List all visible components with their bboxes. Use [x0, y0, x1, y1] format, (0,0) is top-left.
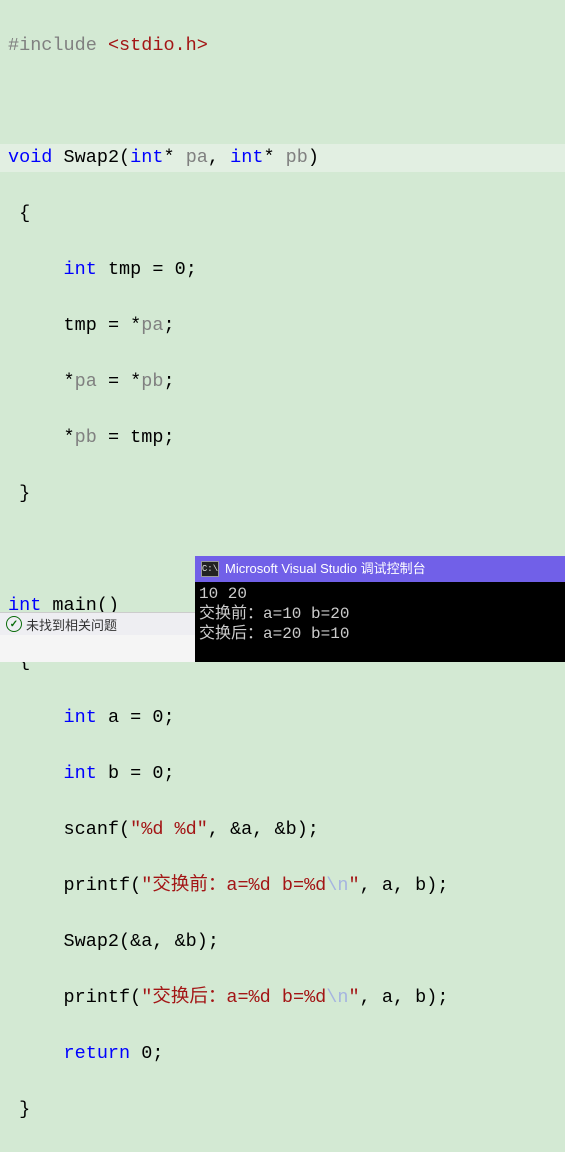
code-line[interactable]: #include <stdio.h> — [0, 32, 565, 60]
string-literal: " — [349, 987, 360, 1008]
console-output[interactable]: 10 20 交换前：a=10 b=20 交换后：a=20 b=10 — [195, 582, 565, 646]
status-text: 未找到相关问题 — [26, 615, 117, 634]
variable: pa — [75, 371, 97, 392]
number-literal: 0 — [152, 763, 163, 784]
code-line[interactable]: return 0; — [0, 1040, 565, 1068]
variable: b — [415, 987, 426, 1008]
status-bar: ✓ 未找到相关问题 — [0, 612, 202, 635]
console-line: 交换后：a=20 b=10 — [199, 625, 349, 643]
code-line[interactable]: *pa = *pb; — [0, 368, 565, 396]
type-keyword: int — [64, 707, 97, 728]
type-keyword: int — [230, 147, 263, 168]
number-literal: 0 — [152, 707, 163, 728]
console-icon: C:\ — [201, 561, 219, 577]
code-line[interactable]: scanf("%d %d", &a, &b); — [0, 816, 565, 844]
console-titlebar[interactable]: C:\ Microsoft Visual Studio 调试控制台 — [195, 556, 565, 582]
debug-console-window[interactable]: C:\ Microsoft Visual Studio 调试控制台 10 20 … — [195, 556, 565, 662]
escape-seq: \n — [326, 987, 348, 1008]
string-literal: "%d %d" — [130, 819, 208, 840]
variable: a — [382, 987, 393, 1008]
include-file: <stdio.h> — [108, 35, 208, 56]
code-line[interactable]: int a = 0; — [0, 704, 565, 732]
type-keyword: int — [64, 763, 97, 784]
variable: pb — [141, 371, 163, 392]
code-line[interactable]: *pb = tmp; — [0, 424, 565, 452]
keyword: return — [64, 1043, 131, 1064]
variable: b — [415, 875, 426, 896]
function-name: Swap2 — [64, 147, 120, 168]
function-call: printf — [64, 875, 131, 896]
function-call: printf — [64, 987, 131, 1008]
code-line[interactable]: void Swap2(int* pa, int* pb) — [0, 144, 565, 172]
param-name: pb — [286, 147, 308, 168]
type-keyword: int — [130, 147, 163, 168]
code-line[interactable]: printf("交换后：a=%d b=%d\n", a, b); — [0, 984, 565, 1012]
function-call: scanf — [64, 819, 120, 840]
bottom-strip — [0, 635, 195, 662]
preproc-directive: #include — [8, 35, 97, 56]
type-keyword: int — [64, 259, 97, 280]
variable: a — [108, 707, 119, 728]
number-literal: 0 — [141, 1043, 152, 1064]
code-line[interactable]: int tmp = 0; — [0, 256, 565, 284]
code-line[interactable] — [0, 88, 565, 116]
variable: b — [286, 819, 297, 840]
variable: b — [186, 931, 197, 952]
string-literal: "交换后：a=%d b=%d — [141, 987, 326, 1008]
keyword: void — [8, 147, 52, 168]
function-call: Swap2 — [64, 931, 120, 952]
variable: tmp — [130, 427, 163, 448]
escape-seq: \n — [326, 875, 348, 896]
code-line[interactable]: printf("交换前：a=%d b=%d\n", a, b); — [0, 872, 565, 900]
variable: pa — [141, 315, 163, 336]
string-literal: "交换前：a=%d b=%d — [141, 875, 326, 896]
variable: b — [108, 763, 119, 784]
code-line[interactable]: int b = 0; — [0, 760, 565, 788]
code-line[interactable]: tmp = *pa; — [0, 312, 565, 340]
variable: a — [241, 819, 252, 840]
variable: tmp — [64, 315, 97, 336]
console-title-text: Microsoft Visual Studio 调试控制台 — [225, 559, 426, 579]
variable: tmp — [108, 259, 141, 280]
code-line[interactable]: Swap2(&a, &b); — [0, 928, 565, 956]
code-line[interactable]: } — [0, 480, 565, 508]
number-literal: 0 — [175, 259, 186, 280]
console-line: 交换前：a=10 b=20 — [199, 605, 349, 623]
code-line[interactable]: } — [0, 1096, 565, 1124]
string-literal: " — [349, 875, 360, 896]
check-icon: ✓ — [6, 616, 22, 632]
code-line[interactable]: { — [0, 200, 565, 228]
variable: a — [382, 875, 393, 896]
param-name: pa — [186, 147, 208, 168]
variable: a — [141, 931, 152, 952]
variable: pb — [75, 427, 97, 448]
console-line: 10 20 — [199, 585, 247, 603]
